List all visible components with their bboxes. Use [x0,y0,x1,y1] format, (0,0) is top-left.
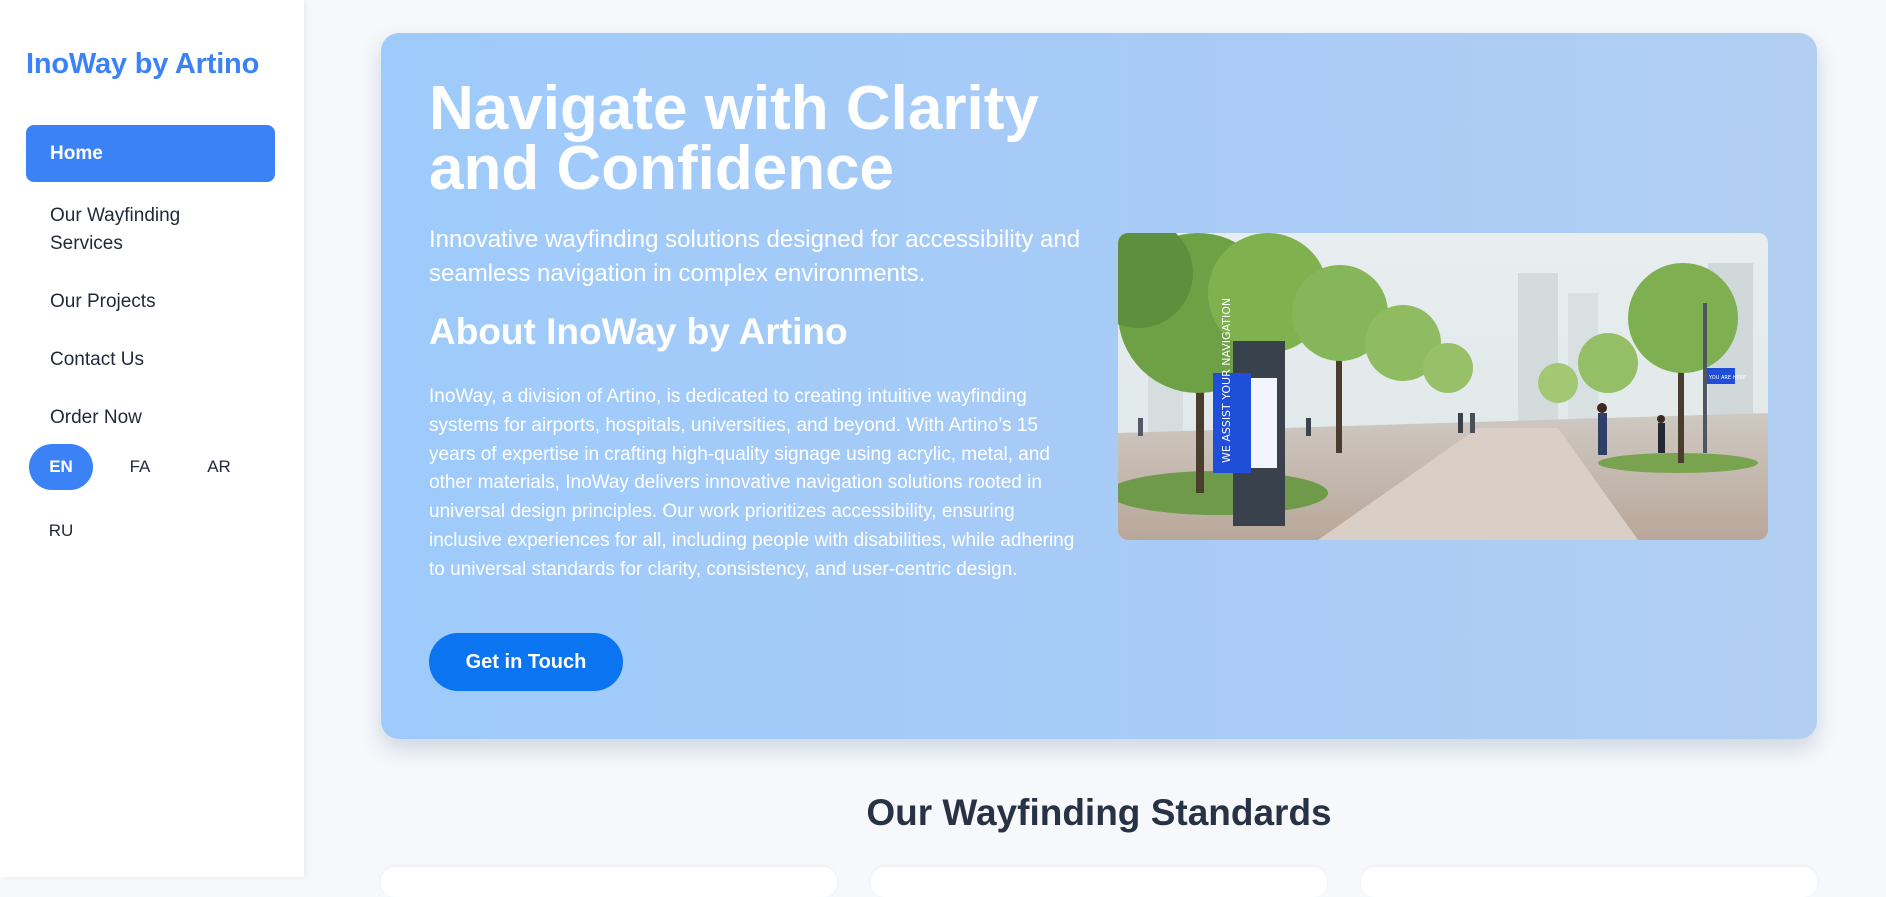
wayfinding-street-illustration: WE ASSIST YOUR NAVIGATION YOU ARE HERE [1118,233,1768,540]
hero-section: Navigate with Clarity and Confidence Inn… [381,33,1817,739]
sign-label: YOU ARE HERE [1708,375,1746,381]
lang-button-ar[interactable]: AR [187,444,251,490]
nav-item-projects[interactable]: Our Projects [26,278,275,326]
standard-card [381,867,837,897]
sidebar: InoWay by Artino Home Our Wayfinding Ser… [0,0,304,877]
about-title: About InoWay by Artino [429,311,848,352]
nav-item-contact[interactable]: Contact Us [26,336,275,384]
get-in-touch-button[interactable]: Get in Touch [429,633,623,691]
standard-card [1361,867,1817,897]
hero-subtitle: Innovative wayfinding solutions designed… [429,226,1081,287]
hero-title: Navigate with Clarity and Confidence [429,74,1039,203]
main-nav: Home Our Wayfinding Services Our Project… [26,125,275,452]
standard-card [871,867,1327,897]
lang-button-fa[interactable]: FA [108,444,172,490]
brand-logo[interactable]: InoWay by Artino [26,48,259,81]
nav-item-home[interactable]: Home [26,125,275,182]
hero-image: WE ASSIST YOUR NAVIGATION YOU ARE HERE [1118,233,1768,540]
person-figure [1598,413,1607,455]
standards-title: Our Wayfinding Standards [866,792,1332,833]
lang-button-ru[interactable]: RU [29,508,93,554]
about-text: InoWay, a division of Artino, is dedicat… [429,386,1075,580]
nav-item-order[interactable]: Order Now [26,394,275,442]
lang-button-en[interactable]: EN [29,444,93,490]
kiosk-label: WE ASSIST YOUR NAVIGATION [1220,298,1233,463]
nav-item-services[interactable]: Our Wayfinding Services [26,192,246,268]
